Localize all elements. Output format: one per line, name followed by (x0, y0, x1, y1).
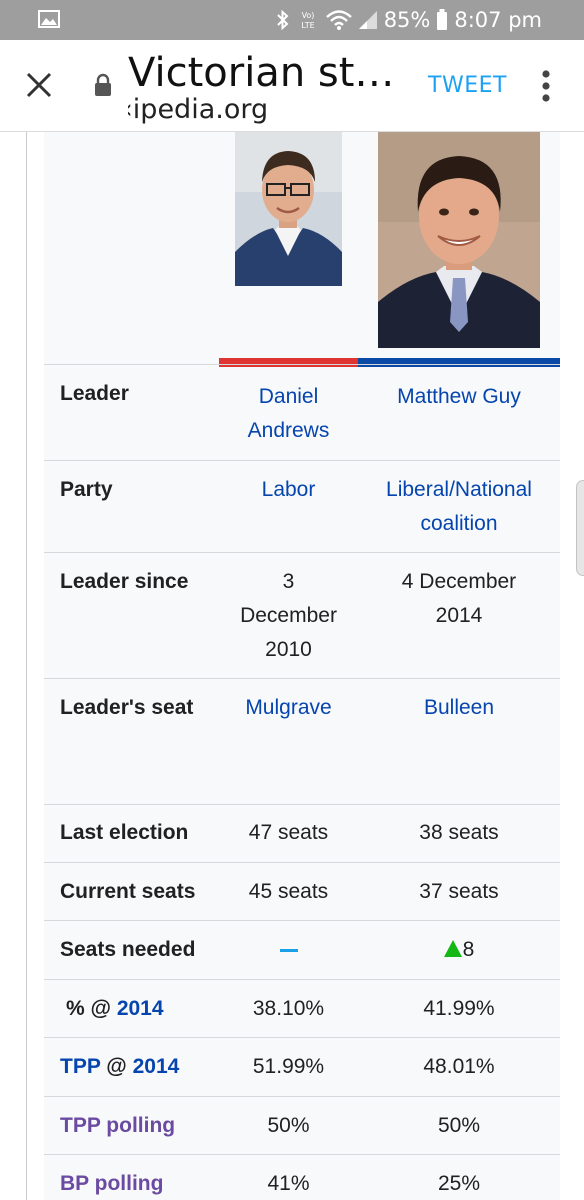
row-tpp-polling: TPP polling 50% 50% (44, 1096, 560, 1154)
mulgrave-link[interactable]: Mulgrave (219, 691, 358, 725)
liberal-bp-polling: 25% (437, 1172, 481, 1195)
more-vert-icon[interactable] (538, 66, 554, 106)
tweet-button[interactable]: TWEET (428, 73, 507, 98)
value-text: 2010 (265, 638, 312, 661)
labor-seats-needed (219, 933, 358, 967)
page-title-block: Victorian st… ‹ipedia.org (128, 50, 408, 130)
liberal-last-election: 38 seats (419, 821, 499, 844)
labor-tpp-2014: 51.99% (252, 1055, 325, 1078)
row-label: % @ 2014 (66, 992, 164, 1026)
link-text: coalition (420, 512, 498, 535)
row-seats-needed: Seats needed 8 (44, 920, 560, 979)
liberal-pct-2014: 41.99% (423, 997, 495, 1020)
liberal-tpp-2014: 48.01% (423, 1055, 495, 1078)
labor-bp-polling: 41% (267, 1172, 310, 1195)
row-current-seats: Current seats 45 seats 37 seats (44, 862, 560, 920)
clock: 8:07 pm (454, 8, 542, 32)
value-text: December (240, 604, 337, 627)
lock-icon (95, 73, 111, 96)
liberal-national-coalition-link[interactable]: Liberal/National coalition (358, 473, 560, 541)
dash-icon (279, 948, 298, 952)
page-title: Victorian st… (128, 50, 395, 96)
labor-current-seats: 45 seats (248, 880, 329, 903)
labor-link[interactable]: Labor (219, 473, 358, 507)
volte-icon: Vo) LTE (301, 11, 314, 30)
row-label: Last election (60, 821, 189, 844)
labor-last-election: 47 seats (248, 821, 329, 844)
label-text: % @ (66, 997, 117, 1020)
row-leader: Leader Daniel Andrews Matthew Guy (44, 364, 560, 460)
row-leaders-seat: Leader's seat Mulgrave Bulleen (44, 678, 560, 804)
daniel-andrews-link[interactable]: Daniel Andrews (219, 380, 358, 448)
increase-triangle-icon (443, 940, 462, 957)
value-text: 2014 (435, 604, 483, 627)
liberal-seats-needed: 8 (358, 933, 560, 967)
link-text: Daniel (258, 385, 319, 408)
leader-photos (44, 132, 560, 367)
guy-leader-since: 4 December 2014 (358, 565, 560, 633)
row-label: Leader since (60, 570, 189, 593)
svg-text:LTE: LTE (301, 21, 314, 30)
row-label: Current seats (60, 880, 196, 903)
browser-top-bar: Victorian st… ‹ipedia.org TWEET (0, 40, 584, 132)
label-text: @ (100, 1055, 133, 1078)
battery-percent: 85% (383, 8, 431, 32)
row-label: Party (60, 478, 113, 501)
value-text: 3 (282, 570, 295, 593)
election-2014-link[interactable]: 2014 (117, 997, 164, 1020)
link-text: Liberal/National (386, 478, 532, 501)
row-tpp-2014: TPP @ 2014 51.99% 48.01% (44, 1037, 560, 1096)
election-2014-link[interactable]: 2014 (133, 1055, 180, 1078)
matthew-guy-link[interactable]: Matthew Guy (358, 380, 560, 414)
close-icon[interactable] (22, 68, 56, 102)
row-label: Leader's seat (60, 696, 194, 719)
row-bp-polling: BP polling 41% 25% (44, 1154, 560, 1200)
bluetooth-icon (276, 10, 289, 30)
row-label: TPP @ 2014 (60, 1050, 179, 1084)
tpp-polling-link[interactable]: TPP polling (60, 1109, 175, 1143)
gallery-icon (38, 10, 60, 28)
labor-pct-2014: 38.10% (252, 997, 325, 1020)
row-leader-since: Leader since 3 December 2010 4 December … (44, 552, 560, 678)
tpp-link[interactable]: TPP (60, 1055, 100, 1078)
row-last-election: Last election 47 seats 38 seats (44, 804, 560, 862)
row-pct-2014: % @ 2014 38.10% 41.99% (44, 979, 560, 1037)
labor-tpp-polling: 50% (267, 1114, 310, 1137)
liberal-tpp-polling: 50% (437, 1114, 481, 1137)
row-label: Leader (60, 382, 129, 405)
scroll-handle[interactable] (576, 480, 584, 576)
wifi-icon (325, 10, 352, 30)
liberal-current-seats: 37 seats (419, 880, 499, 903)
election-infobox: Leader Daniel Andrews Matthew Guy Party … (44, 132, 560, 1200)
svg-text:Vo): Vo) (301, 11, 314, 20)
status-bar: Vo) LTE 85% 8:07 pm (0, 0, 584, 40)
page-domain: ‹ipedia.org (128, 94, 269, 125)
andrews-leader-since: 3 December 2010 (219, 565, 358, 667)
bp-polling-link[interactable]: BP polling (60, 1167, 163, 1200)
battery-icon (437, 9, 448, 30)
matthew-guy-photo[interactable] (378, 132, 540, 348)
link-text: Andrews (247, 419, 330, 442)
row-label: Seats needed (60, 938, 196, 961)
signal-icon (358, 11, 377, 29)
daniel-andrews-photo[interactable] (235, 132, 342, 286)
value-text: 4 December (401, 570, 517, 593)
status-icons: Vo) LTE 85% 8:07 pm (276, 0, 542, 40)
bulleen-link[interactable]: Bulleen (358, 691, 560, 725)
row-party: Party Labor Liberal/National coalition (44, 460, 560, 552)
value-text: 8 (462, 938, 475, 961)
